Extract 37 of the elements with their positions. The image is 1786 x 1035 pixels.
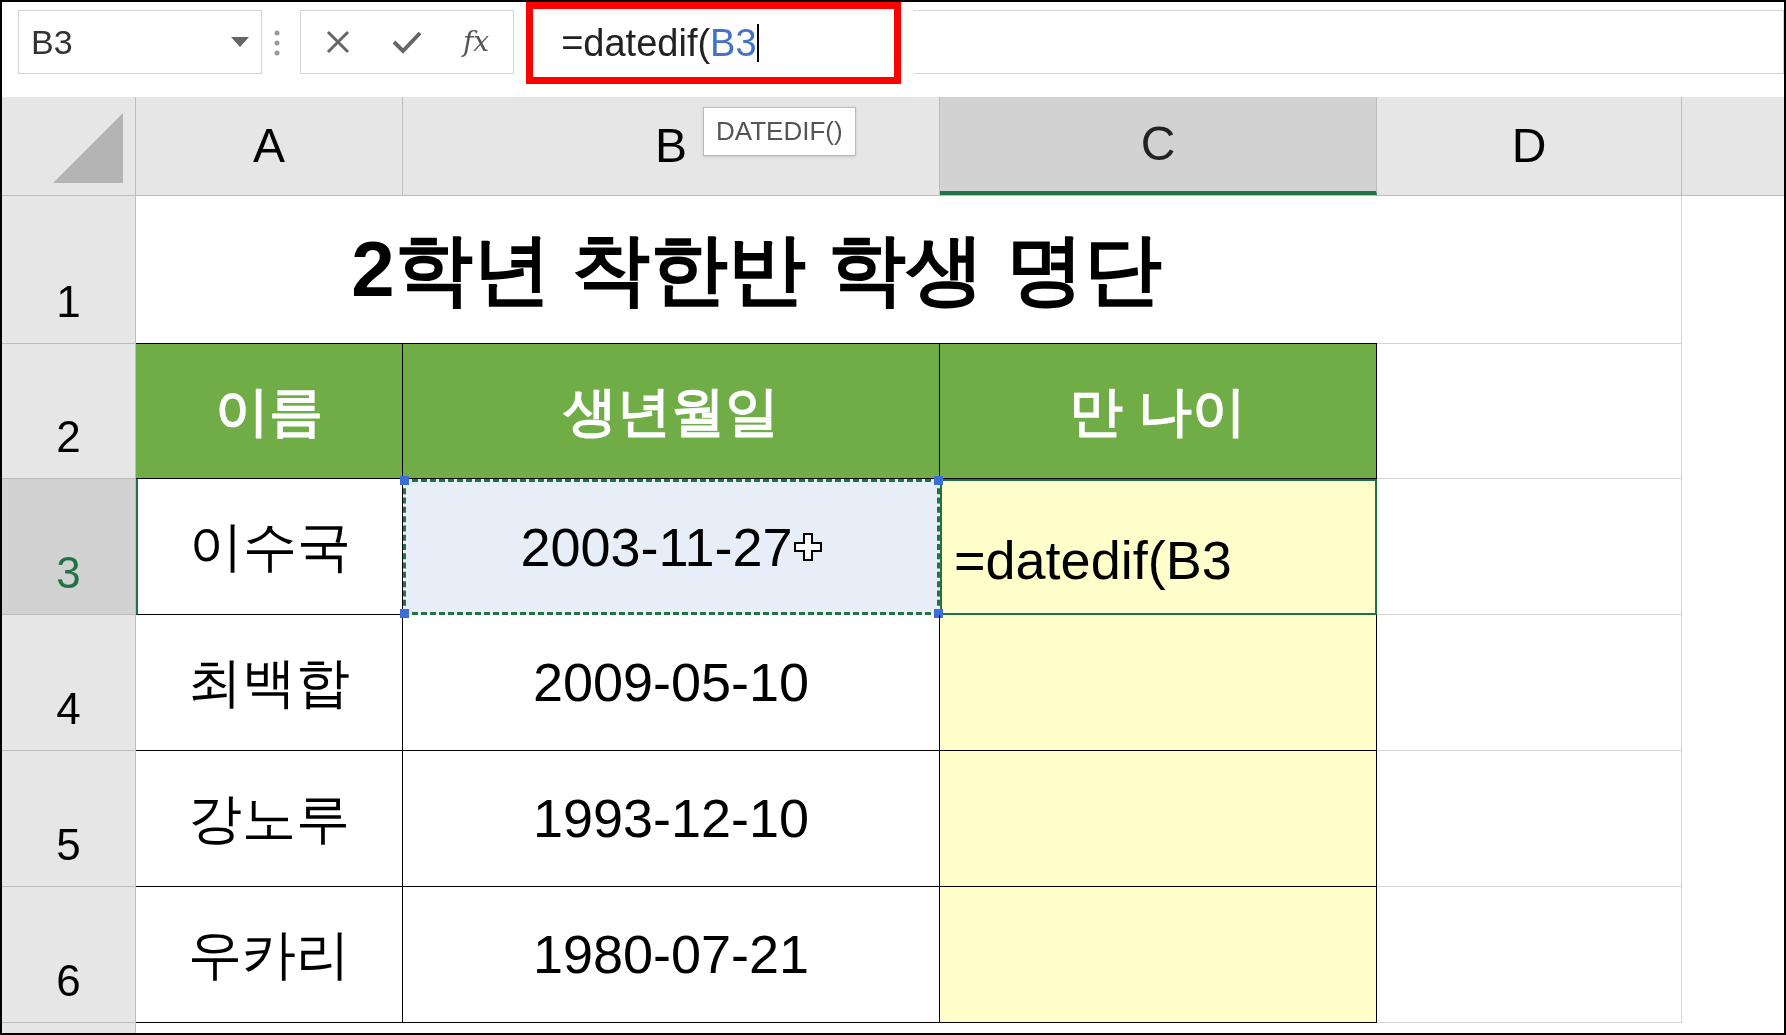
- row-header[interactable]: [2, 1023, 136, 1033]
- table-cell[interactable]: [940, 615, 1377, 751]
- table-cell[interactable]: [940, 887, 1377, 1023]
- table-cell[interactable]: [940, 751, 1377, 887]
- header-cell: 이름: [136, 344, 403, 479]
- row-header[interactable]: 5: [2, 751, 136, 887]
- row-header[interactable]: 3: [2, 479, 136, 615]
- header-cell: 만 나이: [940, 344, 1377, 479]
- check-icon[interactable]: [391, 29, 423, 55]
- row-header[interactable]: 2: [2, 344, 136, 479]
- cancel-icon[interactable]: [325, 29, 351, 55]
- table-cell: 강노루: [136, 751, 403, 887]
- column-header[interactable]: A: [136, 97, 403, 195]
- function-tooltip: DATEDIF(): [703, 107, 856, 156]
- select-all-icon[interactable]: [53, 113, 123, 183]
- row-header[interactable]: 6: [2, 887, 136, 1023]
- insert-function-button[interactable]: fx: [463, 21, 490, 63]
- table-cell: 최백합: [136, 615, 403, 751]
- selection-handle[interactable]: [400, 609, 409, 618]
- text-cursor: [756, 24, 759, 62]
- selection-handle[interactable]: [934, 609, 943, 618]
- formula-input[interactable]: =datedif(B3: [526, 2, 902, 84]
- grip-icon: [274, 30, 280, 56]
- table-cell: 우카리: [136, 887, 403, 1023]
- column-header[interactable]: B DATEDIF(): [403, 97, 940, 195]
- selection-handle[interactable]: [934, 476, 943, 485]
- row-header[interactable]: 4: [2, 615, 136, 751]
- dropdown-caret-icon: [231, 37, 249, 47]
- editing-cell[interactable]: =datedif(B3: [940, 479, 1377, 615]
- move-cursor-icon: [792, 532, 823, 562]
- header-cell: 생년월일: [403, 344, 940, 479]
- row-header[interactable]: 1: [2, 196, 136, 344]
- column-header[interactable]: D: [1377, 97, 1682, 195]
- table-cell: 2003-11-27: [403, 479, 940, 615]
- selection-handle[interactable]: [400, 476, 409, 485]
- column-header[interactable]: C: [940, 97, 1377, 195]
- name-box[interactable]: B3: [18, 10, 262, 74]
